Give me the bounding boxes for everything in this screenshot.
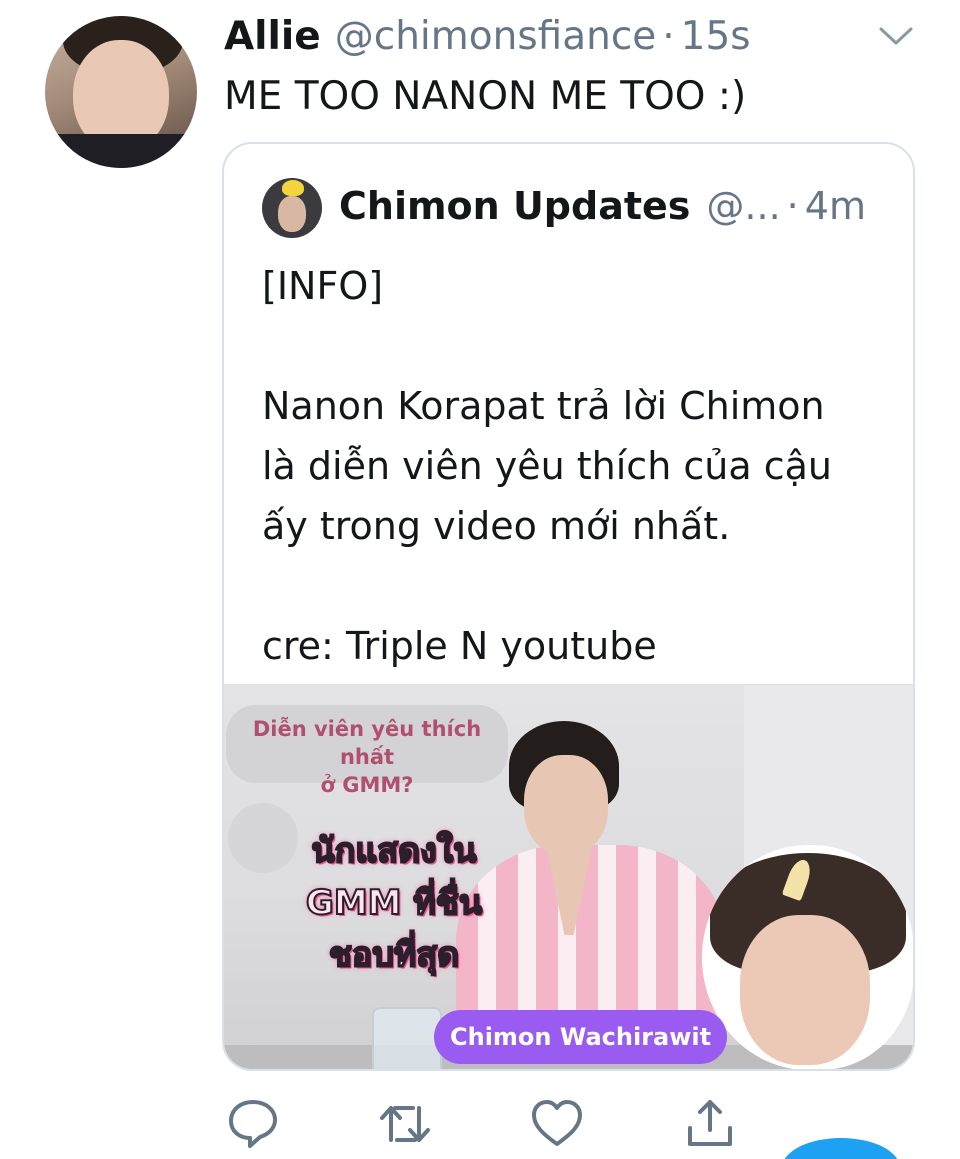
quoted-tweet-text: [INFO] Nanon Korapat trả lời Chimon là d… (262, 256, 832, 676)
retweet-arrows-icon[interactable] (377, 1096, 433, 1152)
tweet-time[interactable]: 15s (681, 14, 751, 59)
share-upload-icon[interactable] (682, 1096, 738, 1152)
quoted-tweet-header: Chimon Updates @... · 4m (339, 184, 866, 228)
heart-icon[interactable] (529, 1096, 585, 1152)
quoted-text-line: Nanon Korapat trả lời Chimon (262, 384, 825, 428)
author-handle[interactable]: @chimonsfiance (335, 14, 657, 59)
author-avatar[interactable] (45, 16, 197, 168)
quoted-tweet[interactable]: Chimon Updates @... · 4m [INFO] Nanon Ko… (222, 142, 915, 1071)
quoted-text-line: ấy trong video mới nhất. (262, 504, 731, 548)
water-glass (372, 1007, 442, 1069)
quoted-text-line: cre: Triple N youtube (262, 624, 657, 668)
header-separator: · (662, 14, 675, 59)
question-line-2: ở GMM? (320, 773, 414, 797)
quoted-author-name: Chimon Updates (339, 184, 691, 228)
quoted-text-line: là diễn viên yêu thích của cậu (262, 444, 832, 488)
quoted-media-image[interactable]: Diễn viên yêu thích nhất ở GMM? นักแสดงใ… (224, 684, 913, 1069)
person-face (524, 755, 608, 855)
quoted-text-blank-line (262, 316, 832, 376)
author-name[interactable]: Allie (224, 14, 321, 59)
thai-text-sticker: นักแสดงใน GMM ที่ชื่นชอบที่สุด (284, 825, 504, 981)
quoted-avatar-face (278, 196, 306, 232)
question-line-1: Diễn viên yêu thích nhất (252, 717, 482, 769)
sticker-line-2: GMM ที่ชื่นชอบที่สุด (305, 882, 483, 976)
avatar-shirt (45, 134, 197, 168)
quoted-header-separator: · (786, 184, 799, 228)
question-bubble: Diễn viên yêu thích nhất ở GMM? (226, 705, 508, 797)
sticker-line-1: นักแสดงใน (310, 830, 477, 872)
cutout-face (740, 915, 870, 1065)
speech-bubble-icon[interactable] (225, 1096, 281, 1152)
pikachu-hat (282, 180, 304, 196)
tweet-text: ME TOO NANON ME TOO :) (224, 74, 747, 119)
portrait-cutout (702, 845, 913, 1069)
name-tag: Chimon Wachirawit (434, 1010, 728, 1064)
quoted-author-handle: @... (706, 184, 781, 228)
chevron-down-icon[interactable] (878, 24, 914, 48)
quoted-text-line: [INFO] (262, 264, 384, 308)
tweet-header: Allie @chimonsfiance · 15s (224, 14, 751, 64)
tweet[interactable]: Allie @chimonsfiance · 15s ME TOO NANON … (0, 0, 960, 1159)
quoted-tweet-time: 4m (804, 184, 866, 228)
quoted-text-blank-line (262, 556, 832, 616)
quoted-author-avatar[interactable] (262, 178, 322, 238)
